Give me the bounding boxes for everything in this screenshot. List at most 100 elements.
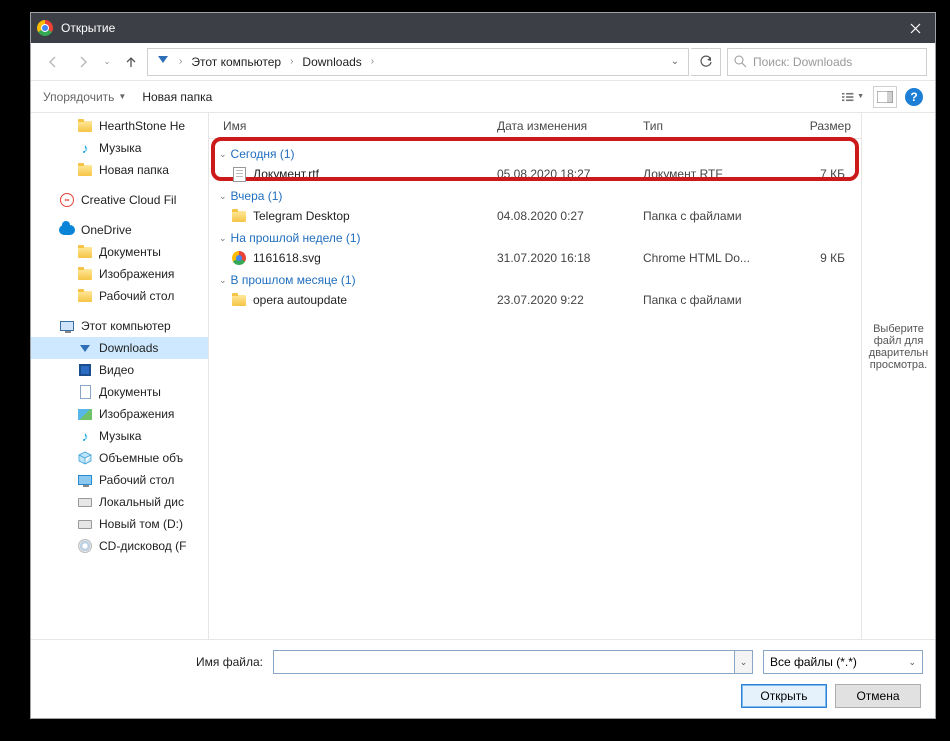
file-group: ⌄На прошлой неделе (1)1161618.svg31.07.2…: [209, 227, 861, 269]
sidebar-item[interactable]: Видео: [31, 359, 208, 381]
search-input[interactable]: Поиск: Downloads: [727, 48, 927, 76]
sidebar-item-creative-cloud[interactable]: ∞Creative Cloud Fil: [31, 189, 208, 211]
filename-label: Имя файла:: [43, 655, 263, 669]
file-name: 1161618.svg: [253, 251, 497, 265]
file-row[interactable]: Telegram Desktop04.08.2020 0:27Папка с ф…: [209, 205, 861, 227]
sidebar-item[interactable]: ♪Музыка: [31, 137, 208, 159]
nav-row: ⌄ › Этот компьютер › Downloads › ⌄ Поиск…: [31, 43, 935, 81]
titlebar: Открытие: [31, 13, 935, 43]
back-button[interactable]: [39, 48, 67, 76]
column-header-type[interactable]: Тип: [643, 119, 783, 133]
refresh-button[interactable]: [691, 48, 721, 76]
file-name: Документ.rtf: [253, 167, 497, 181]
column-header-date[interactable]: Дата изменения: [497, 119, 643, 133]
onedrive-icon: [59, 225, 75, 235]
chevron-right-icon: ›: [368, 56, 377, 67]
file-date: 31.07.2020 16:18: [497, 251, 643, 265]
file-size: 7 КБ: [783, 167, 861, 181]
preview-pane-toggle[interactable]: [873, 86, 897, 108]
chevron-right-icon: ›: [287, 56, 296, 67]
sidebar-item[interactable]: CD-дисковод (F: [31, 535, 208, 557]
folder-icon: [232, 211, 246, 222]
disc-icon: [77, 538, 93, 554]
sidebar-item[interactable]: HearthStone He: [31, 115, 208, 137]
close-icon: [910, 23, 921, 34]
close-button[interactable]: [895, 13, 935, 43]
sidebar-item[interactable]: Локальный дис: [31, 491, 208, 513]
up-button[interactable]: [117, 48, 145, 76]
file-row[interactable]: 1161618.svg31.07.2020 16:18Chrome HTML D…: [209, 247, 861, 269]
music-icon: ♪: [77, 428, 93, 444]
group-header[interactable]: ⌄В прошлом месяце (1): [209, 269, 861, 289]
preview-pane-icon: [877, 91, 893, 103]
chrome-icon: [232, 251, 246, 265]
sidebar-item[interactable]: Рабочий стол: [31, 469, 208, 491]
column-header-name[interactable]: Имя: [223, 119, 497, 133]
chevron-down-icon: ⌄: [219, 149, 227, 160]
chevron-down-icon: ⌄: [219, 233, 227, 244]
sidebar-item[interactable]: Новый том (D:): [31, 513, 208, 535]
history-dropdown[interactable]: ⌄: [99, 57, 115, 66]
list-view-icon: [842, 91, 855, 103]
forward-button[interactable]: [69, 48, 97, 76]
images-icon: [77, 406, 93, 422]
filename-history-dropdown[interactable]: ⌄: [735, 650, 753, 674]
column-header-size[interactable]: Размер: [783, 119, 861, 133]
sidebar-item[interactable]: Документы: [31, 241, 208, 263]
toolbar: Упорядочить ▼ Новая папка ▼ ?: [31, 81, 935, 113]
file-row[interactable]: Документ.rtf05.08.2020 18:27Документ RTF…: [209, 163, 861, 185]
file-group: ⌄Сегодня (1)Документ.rtf05.08.2020 18:27…: [209, 143, 861, 185]
breadcrumb-folder[interactable]: Downloads: [296, 49, 367, 75]
sidebar-item[interactable]: ♪Музыка: [31, 425, 208, 447]
bottom-bar: Имя файла: ⌄ Все файлы (*.*) ⌄ Открыть О…: [31, 639, 935, 718]
sidebar-item[interactable]: Объемные объ: [31, 447, 208, 469]
music-icon: ♪: [77, 140, 93, 156]
sidebar-item-downloads[interactable]: Downloads: [31, 337, 208, 359]
open-dialog-window: Открытие ⌄ › Этот компьютер › Downloads …: [30, 12, 936, 719]
view-options-button[interactable]: ▼: [841, 86, 865, 108]
file-type-filter[interactable]: Все файлы (*.*) ⌄: [763, 650, 923, 674]
group-header[interactable]: ⌄На прошлой неделе (1): [209, 227, 861, 247]
file-group: ⌄В прошлом месяце (1)opera autoupdate23.…: [209, 269, 861, 311]
file-type: Папка с файлами: [643, 209, 783, 223]
pc-icon: [60, 321, 74, 331]
sidebar-item[interactable]: Изображения: [31, 403, 208, 425]
chevron-down-icon: ▼: [857, 93, 864, 100]
rtf-file-icon: [233, 167, 246, 182]
open-button[interactable]: Открыть: [741, 684, 827, 708]
new-folder-button[interactable]: Новая папка: [142, 90, 212, 104]
sidebar-item[interactable]: Рабочий стол: [31, 285, 208, 307]
sidebar-item[interactable]: Изображения: [31, 263, 208, 285]
organize-menu[interactable]: Упорядочить ▼: [43, 90, 126, 104]
filename-input[interactable]: [273, 650, 735, 674]
desktop-icon: [77, 472, 93, 488]
sidebar-item-onedrive[interactable]: OneDrive: [31, 219, 208, 241]
preview-pane: Выберите файл для дварительн просмотра.: [861, 113, 935, 639]
refresh-icon: [699, 55, 713, 69]
group-header[interactable]: ⌄Сегодня (1): [209, 143, 861, 163]
group-header[interactable]: ⌄Вчера (1): [209, 185, 861, 205]
file-list-pane: Имя Дата изменения Тип Размер ⌄Сегодня (…: [209, 113, 861, 639]
chrome-icon: [37, 20, 53, 36]
downloads-icon: [77, 340, 93, 356]
breadcrumb-bar[interactable]: › Этот компьютер › Downloads › ⌄: [147, 48, 689, 76]
breadcrumb-root[interactable]: Этот компьютер: [185, 49, 287, 75]
chevron-down-icon: ⌄: [219, 191, 227, 202]
file-size: 9 КБ: [783, 251, 861, 265]
sidebar-item-this-pc[interactable]: Этот компьютер: [31, 315, 208, 337]
sidebar-item[interactable]: Новая папка: [31, 159, 208, 181]
column-headers: Имя Дата изменения Тип Размер: [209, 113, 861, 139]
cube-icon: [77, 450, 93, 466]
sidebar-item[interactable]: Документы: [31, 381, 208, 403]
cancel-button[interactable]: Отмена: [835, 684, 921, 708]
path-dropdown[interactable]: ⌄: [664, 56, 686, 67]
file-date: 23.07.2020 9:22: [497, 293, 643, 307]
video-icon: [77, 362, 93, 378]
file-name: Telegram Desktop: [253, 209, 497, 223]
drive-icon: [77, 494, 93, 510]
window-title: Открытие: [61, 21, 115, 35]
file-date: 05.08.2020 18:27: [497, 167, 643, 181]
file-row[interactable]: opera autoupdate23.07.2020 9:22Папка с ф…: [209, 289, 861, 311]
help-button[interactable]: ?: [905, 88, 923, 106]
documents-icon: [77, 384, 93, 400]
